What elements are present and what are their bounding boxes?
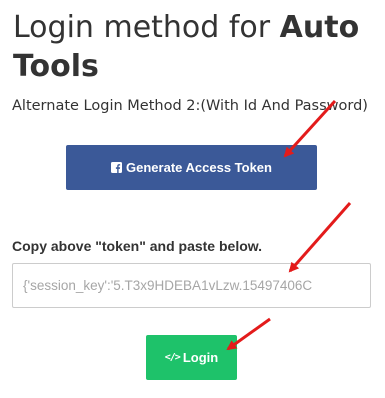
login-button[interactable]: </> Login (146, 335, 237, 380)
generate-access-token-label: Generate Access Token (126, 160, 272, 175)
facebook-icon (111, 162, 123, 173)
alternate-login-subtitle: Alternate Login Method 2:(With Id And Pa… (12, 98, 368, 114)
title-bold-part: Auto (279, 10, 360, 45)
login-label: Login (182, 350, 219, 365)
arrow-to-token-input (288, 202, 352, 273)
generate-access-token-button[interactable]: Generate Access Token (66, 145, 317, 190)
title-prefix: Login method for (13, 10, 280, 45)
code-icon: </> (164, 352, 181, 363)
page-title: Login method for Auto Tools (13, 8, 385, 86)
token-input[interactable] (12, 263, 371, 308)
title-second-line: Tools (13, 49, 99, 84)
copy-token-instruction: Copy above "token" and paste below. (12, 238, 263, 254)
